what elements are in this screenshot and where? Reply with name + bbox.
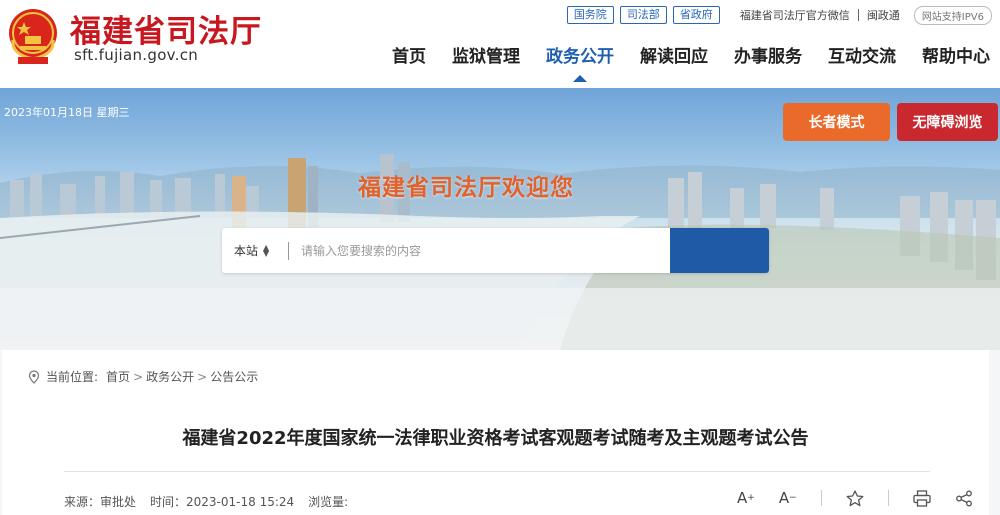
breadcrumb-prefix: 当前位置: — [46, 370, 99, 384]
location-pin-icon — [28, 369, 40, 384]
article-tools: A + A − — [737, 489, 973, 507]
breadcrumb-home[interactable]: 首页 — [106, 368, 130, 385]
breadcrumb-announcements[interactable]: 公告公示 — [210, 368, 258, 385]
current-date: 2023年01月18日 星期三 — [4, 106, 130, 119]
star-icon — [846, 489, 864, 506]
select-arrows-icon: ▲ ▼ — [263, 242, 270, 258]
national-emblem-logo[interactable] — [4, 6, 62, 66]
content-area: 当前位置: 首页 > 政务公开 > 公告公示 福建省2022年度国家统一法律职业… — [0, 350, 1000, 515]
share-button[interactable] — [955, 490, 973, 507]
gov-link-provincial-gov[interactable]: 省政府 — [672, 6, 720, 24]
top-links: 国务院 司法部 省政府 福建省司法厅官方微信 闽政通 网站支持IPV6 — [566, 5, 992, 25]
banner: 2023年01月18日 星期三 长者模式 无障碍浏览 福建省司法厅欢迎您 本站 … — [0, 88, 1000, 350]
article-time: 时间：2023-01-18 15:24 — [150, 495, 295, 509]
accessibility-button[interactable]: 无障碍浏览 — [897, 103, 998, 141]
site-title[interactable]: 福建省司法厅 — [70, 6, 262, 51]
tool-divider — [887, 490, 889, 506]
article-views: 浏览量: — [308, 495, 349, 509]
printer-icon — [912, 489, 931, 507]
elder-mode-button[interactable]: 长者模式 — [783, 103, 890, 141]
breadcrumb-government-affairs[interactable]: 政务公开 — [146, 368, 194, 385]
welcome-text: 福建省司法厅欢迎您 — [358, 175, 574, 201]
nav-item-prison-management[interactable]: 监狱管理 — [452, 42, 520, 82]
main-nav: 首页 监狱管理 政务公开 解读回应 办事服务 互动交流 帮助中心 — [366, 42, 990, 82]
breadcrumb-separator: > — [133, 369, 144, 384]
article-title: 福建省2022年度国家统一法律职业资格考试客观题考试随考及主观题考试公告 — [182, 428, 809, 449]
nav-item-interaction[interactable]: 互动交流 — [828, 42, 896, 82]
share-icon — [955, 490, 972, 506]
site-domain: sft.fujian.gov.cn — [74, 46, 199, 64]
search-icon — [223, 229, 239, 245]
font-decrease-button[interactable]: A − — [779, 489, 797, 507]
nav-item-interpretation[interactable]: 解读回应 — [640, 42, 708, 82]
article-panel: 当前位置: 首页 > 政务公开 > 公告公示 福建省2022年度国家统一法律职业… — [2, 350, 989, 515]
search-input[interactable] — [289, 243, 670, 258]
tool-divider — [820, 490, 822, 506]
breadcrumb-separator: > — [197, 369, 208, 384]
nav-item-services[interactable]: 办事服务 — [734, 42, 802, 82]
print-button[interactable] — [912, 489, 931, 507]
gov-link-ministry-of-justice[interactable]: 司法部 — [619, 6, 667, 24]
site-header: 福建省司法厅 sft.fujian.gov.cn 国务院 司法部 省政府 福建省… — [0, 0, 1000, 88]
breadcrumb: 当前位置: 首页 > 政务公开 > 公告公示 — [28, 368, 258, 385]
ipv6-badge: 网站支持IPV6 — [913, 5, 992, 25]
font-increase-button[interactable]: A + — [737, 489, 755, 507]
top-divider — [857, 9, 859, 21]
minzhengtong-link[interactable]: 闽政通 — [867, 7, 900, 23]
search-bar: 本站 ▲ ▼ — [222, 228, 769, 273]
wechat-link[interactable]: 福建省司法厅官方微信 — [740, 7, 850, 23]
nav-item-help-center[interactable]: 帮助中心 — [922, 42, 990, 82]
search-button[interactable] — [223, 228, 769, 273]
article-source: 来源：审批处 — [64, 495, 137, 509]
favorite-button[interactable] — [846, 489, 864, 507]
nav-item-government-affairs[interactable]: 政务公开 — [546, 42, 614, 82]
gov-link-state-council[interactable]: 国务院 — [566, 6, 614, 24]
nav-active-caret — [573, 75, 587, 82]
meta-divider — [64, 471, 930, 472]
article-meta: 来源：审批处 时间：2023-01-18 15:24 浏览量: — [64, 493, 362, 510]
nav-item-home[interactable]: 首页 — [392, 42, 426, 82]
